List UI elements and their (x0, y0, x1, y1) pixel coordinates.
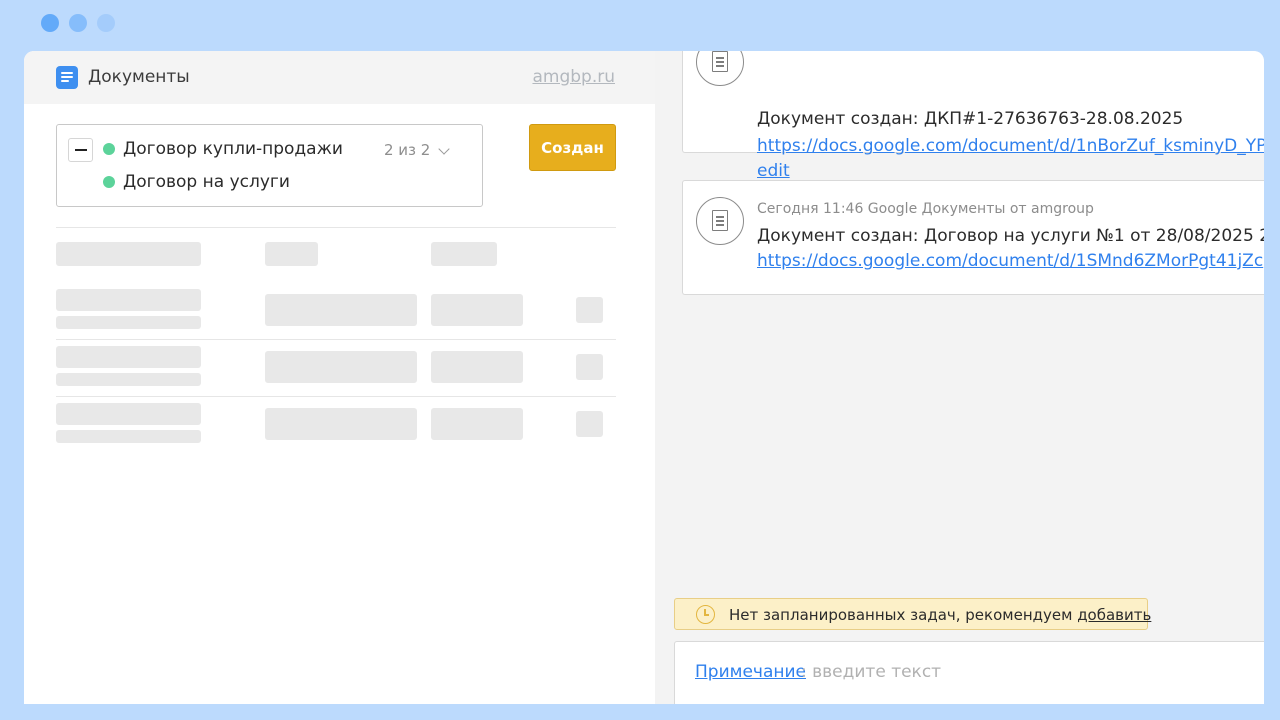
note-meta: Сегодня 11:46 Google Документы от amgrou… (757, 201, 1094, 217)
skeleton-bar (56, 373, 201, 386)
divider (56, 339, 616, 340)
feed-note-card: Документ создан: ДКП#1-27636763-28.08.20… (682, 51, 1264, 181)
documents-header: Документы amgbp.ru (24, 51, 655, 104)
add-task-link[interactable]: добавить (1077, 606, 1151, 624)
template-select[interactable]: Договор купли-продажи Договор на услуги … (56, 124, 483, 207)
skeleton-bar (265, 408, 417, 440)
skeleton-bar (56, 403, 201, 425)
app-window: Документы amgbp.ru Договор купли-продажи… (24, 51, 1264, 704)
note-text: Документ создан: Договор на услуги №1 от… (757, 226, 1264, 246)
clock-icon (696, 605, 715, 624)
create-button[interactable]: Создан (529, 124, 616, 171)
document-note-icon (696, 197, 744, 245)
skeleton-bar (56, 242, 201, 266)
window-maximize-dot[interactable] (97, 14, 115, 32)
skeleton-bar (56, 430, 201, 443)
template-option-label: Договор на услуги (123, 172, 290, 192)
document-link-tail[interactable]: edit (757, 161, 790, 181)
note-placeholder: : введите текст (801, 662, 942, 682)
document-link[interactable]: https://docs.google.com/document/d/1nBor… (757, 136, 1264, 156)
skeleton-bar (265, 242, 318, 266)
chevron-down-icon[interactable] (438, 143, 450, 155)
status-dot-icon (103, 143, 115, 155)
skeleton-bar (576, 411, 603, 437)
skeleton-bar (431, 294, 523, 326)
window-close-dot[interactable] (41, 14, 59, 32)
site-link[interactable]: amgbp.ru (532, 67, 615, 87)
documents-title: Документы (88, 67, 190, 87)
window-controls (41, 14, 115, 32)
deselect-all-button[interactable] (68, 138, 93, 162)
documents-panel: Документы amgbp.ru Договор купли-продажи… (24, 51, 655, 704)
selected-count: 2 из 2 (384, 141, 431, 159)
no-tasks-bar: Нет запланированных задач, рекомендуем д… (674, 598, 1152, 630)
document-icon (56, 66, 78, 89)
skeleton-bar (431, 242, 497, 266)
status-dot-icon (103, 176, 115, 188)
note-text: Документ создан: ДКП#1-27636763-28.08.20… (757, 109, 1184, 129)
template-option[interactable]: Договор на услуги (103, 172, 290, 192)
skeleton-bar (56, 289, 201, 311)
skeleton-bar (56, 346, 201, 368)
divider (56, 227, 616, 228)
skeleton-bar (576, 297, 603, 323)
document-link[interactable]: https://docs.google.com/document/d/1SMnd… (757, 251, 1263, 271)
divider (56, 396, 616, 397)
template-option-label: Договор купли-продажи (123, 139, 343, 159)
skeleton-bar (265, 351, 417, 383)
no-tasks-text: Нет запланированных задач, рекомендуем д… (729, 606, 1152, 624)
skeleton-bar (265, 294, 417, 326)
template-option[interactable]: Договор купли-продажи (103, 139, 343, 159)
skeleton-bar (576, 354, 603, 380)
skeleton-bar (56, 316, 201, 329)
document-note-icon (696, 51, 744, 86)
window-minimize-dot[interactable] (69, 14, 87, 32)
note-input[interactable]: Примечание : введите текст (674, 641, 1264, 704)
skeleton-bar (431, 351, 523, 383)
feed-note-card: Сегодня 11:46 Google Документы от amgrou… (682, 180, 1264, 295)
note-type-link[interactable]: Примечание (695, 662, 806, 682)
skeleton-bar (431, 408, 523, 440)
